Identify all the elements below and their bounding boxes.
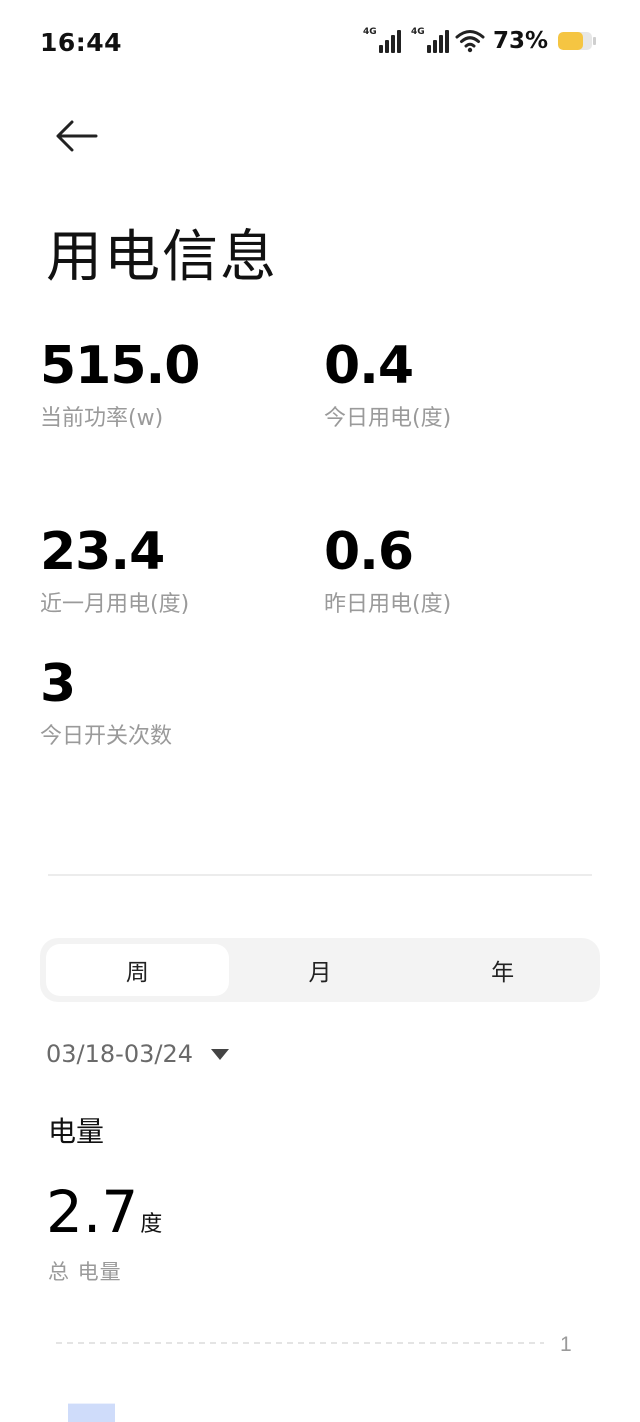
stat-value: 515.0 — [40, 336, 200, 396]
stat-value: 0.6 — [324, 522, 414, 582]
total-energy-label: 总 电量 — [48, 1260, 122, 1284]
tab-month[interactable]: 月 — [229, 944, 412, 996]
stat-value: 3 — [40, 654, 76, 714]
status-bar: 16:44 4G 4G 73% — [0, 0, 640, 86]
period-segmented-control: 周 月 年 — [40, 938, 600, 1002]
date-range-dropdown[interactable]: 03/18-03/24 — [46, 1040, 229, 1068]
signal-icon-sim1: 4G — [362, 27, 401, 53]
network-type-label: 4G — [362, 27, 377, 37]
total-energy-value: 2.7 — [46, 1178, 139, 1246]
total-energy: 2.7 度 — [46, 1180, 162, 1244]
chart-bars — [68, 1403, 115, 1422]
stat-yesterday-usage: 0.6 昨日用电(度) — [324, 522, 451, 618]
stat-label: 近一月用电(度) — [40, 592, 190, 617]
stat-month-usage: 23.4 近一月用电(度) — [40, 522, 189, 618]
signal-icon-sim2: 4G — [410, 27, 449, 53]
network-type-label: 4G — [410, 27, 425, 37]
energy-bar-chart: 1 — [56, 1333, 572, 1422]
stat-label: 当前功率(w) — [40, 406, 164, 431]
total-energy-unit: 度 — [140, 1212, 163, 1237]
arrow-left-icon — [56, 120, 98, 152]
stat-current-power: 515.0 当前功率(w) — [40, 336, 200, 432]
wifi-icon — [455, 30, 485, 53]
stat-label: 今日开关次数 — [40, 724, 173, 749]
stat-label: 昨日用电(度) — [324, 592, 452, 617]
back-button[interactable] — [52, 116, 104, 156]
tab-week[interactable]: 周 — [46, 944, 229, 996]
tab-year[interactable]: 年 — [411, 944, 594, 996]
page-title: 用电信息 — [46, 225, 278, 290]
stat-today-usage: 0.4 今日用电(度) — [324, 336, 451, 432]
caret-down-icon — [211, 1048, 229, 1060]
status-time: 16:44 — [40, 28, 123, 57]
battery-icon — [558, 32, 596, 50]
battery-percent: 73% — [492, 28, 548, 54]
divider — [48, 874, 592, 876]
stat-value: 0.4 — [324, 336, 414, 396]
chart-bar — [68, 1403, 115, 1422]
section-title-energy: 电量 — [48, 1115, 105, 1148]
y-tick-label: 1 — [560, 1333, 572, 1356]
status-icons: 4G 4G 73% — [362, 27, 596, 54]
stat-label: 今日用电(度) — [324, 406, 452, 431]
stat-switch-count: 3 今日开关次数 — [40, 654, 172, 750]
stat-value: 23.4 — [40, 522, 165, 582]
date-range-text: 03/18-03/24 — [46, 1040, 193, 1068]
